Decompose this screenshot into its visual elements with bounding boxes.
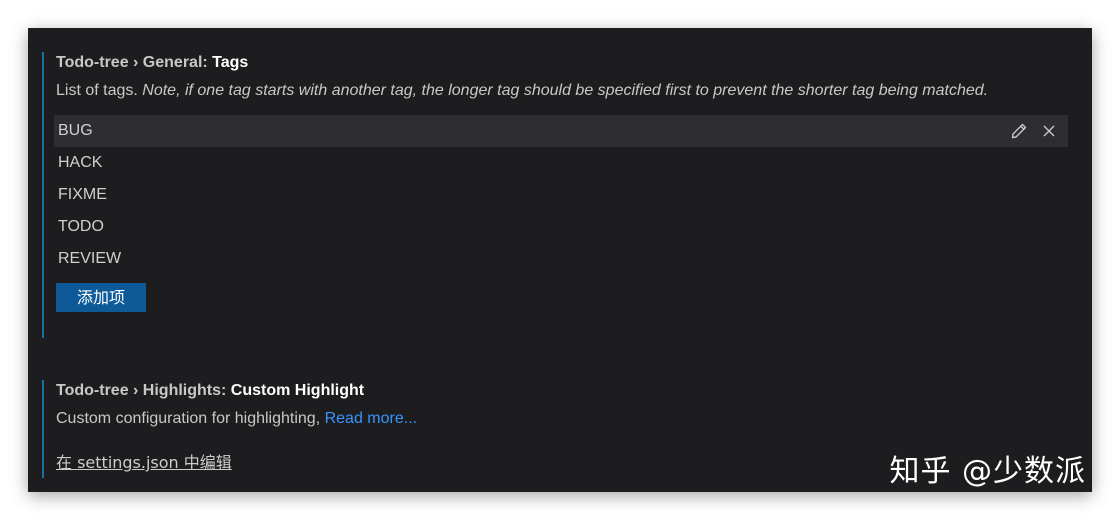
setting-name: Custom Highlight — [230, 382, 365, 399]
close-icon[interactable] — [1038, 120, 1060, 142]
setting-title: Todo-tree › General: Tags — [56, 52, 1076, 74]
setting-description: Custom configuration for highlighting, R… — [56, 406, 1016, 431]
list-item[interactable]: REVIEW — [54, 243, 1068, 275]
list-item[interactable]: FIXME — [54, 179, 1068, 211]
description-text: List of tags. — [56, 82, 143, 99]
description-note: Note, if one tag starts with another tag… — [142, 82, 989, 99]
setting-description: List of tags. Note, if one tag starts wi… — [56, 78, 1016, 103]
settings-panel: Todo-tree › General: Tags List of tags. … — [28, 28, 1092, 492]
list-item-label: FIXME — [58, 186, 107, 203]
list-item-label: TODO — [58, 218, 104, 235]
watermark: 知乎 @少数派 — [889, 454, 1086, 489]
setting-title: Todo-tree › Highlights: Custom Highlight — [56, 380, 1076, 402]
list-item-label: HACK — [58, 154, 103, 171]
setting-category: Todo-tree › Highlights: — [56, 382, 231, 399]
list-item-label: REVIEW — [58, 250, 122, 267]
description-text: Custom configuration for highlighting, — [56, 410, 325, 427]
setting-name: Tags — [212, 54, 249, 71]
setting-tags: Todo-tree › General: Tags List of tags. … — [42, 52, 1076, 338]
setting-category: Todo-tree › General: — [56, 54, 213, 71]
tag-list: BUG HACK FIXME TODO REVIEW — [54, 115, 1068, 275]
list-item[interactable]: HACK — [54, 147, 1068, 179]
list-item[interactable]: TODO — [54, 211, 1068, 243]
list-item-label: BUG — [58, 122, 93, 139]
add-item-button[interactable]: 添加项 — [56, 283, 146, 312]
read-more-link[interactable]: Read more... — [325, 410, 417, 427]
item-actions — [1008, 115, 1060, 147]
pencil-icon[interactable] — [1008, 120, 1030, 142]
list-item[interactable]: BUG — [54, 115, 1068, 147]
edit-in-settings-json-link[interactable]: 在 settings.json 中编辑 — [56, 449, 232, 473]
